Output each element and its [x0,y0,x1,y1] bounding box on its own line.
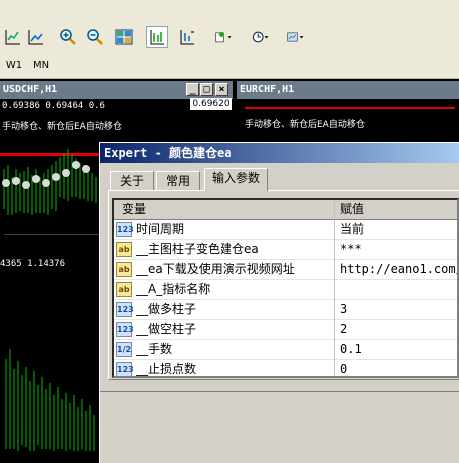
column-divider [334,240,335,260]
parameter-value[interactable] [340,280,457,299]
tab-common[interactable]: 常用 [156,171,200,190]
table-row[interactable]: 123 __做空柱子 2 [114,320,457,340]
chart-shift-icon[interactable] [146,26,168,48]
dialog-title[interactable]: Expert - 颜色建仓ea [100,143,459,163]
table-row[interactable]: 123 __止损点数 0 [114,360,457,376]
table-row[interactable]: ab __主图柱子变色建仓ea *** [114,240,457,260]
inputs-grid: 变量 赋值 123 时间周期 当前 ab __主图柱子变色建仓ea *** ab __ea下载… [112,198,459,378]
grid-header: 变量 赋值 [114,200,457,220]
table-row[interactable]: 1/2 __手数 0.1 [114,340,457,360]
parameter-name: __主图柱子变色建仓ea [136,242,259,256]
toolbar: W1 MN [0,0,459,79]
timeframe-mn[interactable]: MN [29,56,53,74]
column-divider [334,260,335,280]
parameter-name: __做空柱子 [136,322,197,336]
chart-area-right[interactable]: 手动移仓、新仓后EA自动移仓 [237,99,459,142]
parameter-name: __止损点数 [136,362,197,376]
integer-type-icon: 123 [116,222,134,237]
chart-bottom-prices: 4365 1.14376 [0,259,66,269]
timeframe-w1[interactable]: W1 [2,56,26,74]
parameter-name: __做多柱子 [136,302,197,316]
parameter-value[interactable]: *** [340,240,457,259]
parameter-value[interactable]: 3 [340,300,457,319]
expert-properties-dialog: Expert - 颜色建仓ea 关于 常用 输入参数 变量 赋值 123 时间周期… [99,142,459,463]
column-divider [334,340,335,360]
parameter-name: __A_指标名称 [136,282,211,296]
parameter-value[interactable]: http://eano1.com/ht [340,260,457,279]
chart-line-icon[interactable] [25,26,47,48]
parameter-value[interactable]: 当前 [340,220,457,239]
periods-icon[interactable] [246,26,276,48]
minimize-icon[interactable]: _ [186,83,199,96]
chart-window-title: USDCHF,H1 [3,84,58,95]
double-type-icon: 1/2 [116,342,132,357]
string-type-icon: ab [116,282,132,297]
string-type-icon: ab [116,242,132,257]
price-chart-right [245,107,455,109]
chart-window-titlebar-right[interactable]: EURCHF,H1 [237,81,459,99]
chart-window-titlebar-left[interactable]: USDCHF,H1 _ □ × [0,81,233,99]
table-row[interactable]: ab __ea下载及使用演示视频网址 http://eano1.com/ht [114,260,457,280]
parameter-value[interactable]: 0 [340,360,457,376]
tab-inputs[interactable]: 输入参数 [204,168,268,191]
close-icon[interactable]: × [215,83,228,96]
column-value[interactable]: 赋值 [340,200,450,219]
column-divider [334,300,335,320]
zoom-out-icon[interactable] [84,26,106,48]
parameter-name: __ea下载及使用演示视频网址 [136,262,295,276]
parameter-name: __手数 [136,342,173,356]
integer-type-icon: 123 [116,302,134,317]
column-divider [334,360,335,376]
string-type-icon: ab [116,262,132,277]
chart-window-title: EURCHF,H1 [240,84,295,95]
column-divider [334,200,335,220]
parameter-value[interactable]: 0.1 [340,340,457,359]
tab-about[interactable]: 关于 [110,171,154,190]
integer-type-icon: 123 [116,362,134,376]
zoom-in-icon[interactable] [57,26,79,48]
table-row[interactable]: ab __A_指标名称 [114,280,457,300]
autoscroll-icon[interactable] [176,26,198,48]
table-row[interactable]: 123 时间周期 当前 [114,220,457,240]
column-divider [334,280,335,300]
tile-windows-icon[interactable] [113,26,135,48]
price-label: 0.69620 [190,98,232,110]
column-variable[interactable]: 变量 [122,200,322,219]
column-divider [334,220,335,240]
maximize-icon[interactable]: □ [200,83,213,96]
parameter-name: 时间周期 [136,222,185,236]
column-divider [334,320,335,340]
parameter-value[interactable]: 2 [340,320,457,339]
line-chart-icon[interactable] [2,26,24,48]
integer-type-icon: 123 [116,322,134,337]
templates-icon[interactable] [281,26,311,48]
indicators-icon[interactable] [209,26,239,48]
dialog-divider [100,391,459,392]
table-row[interactable]: 123 __做多柱子 3 [114,300,457,320]
